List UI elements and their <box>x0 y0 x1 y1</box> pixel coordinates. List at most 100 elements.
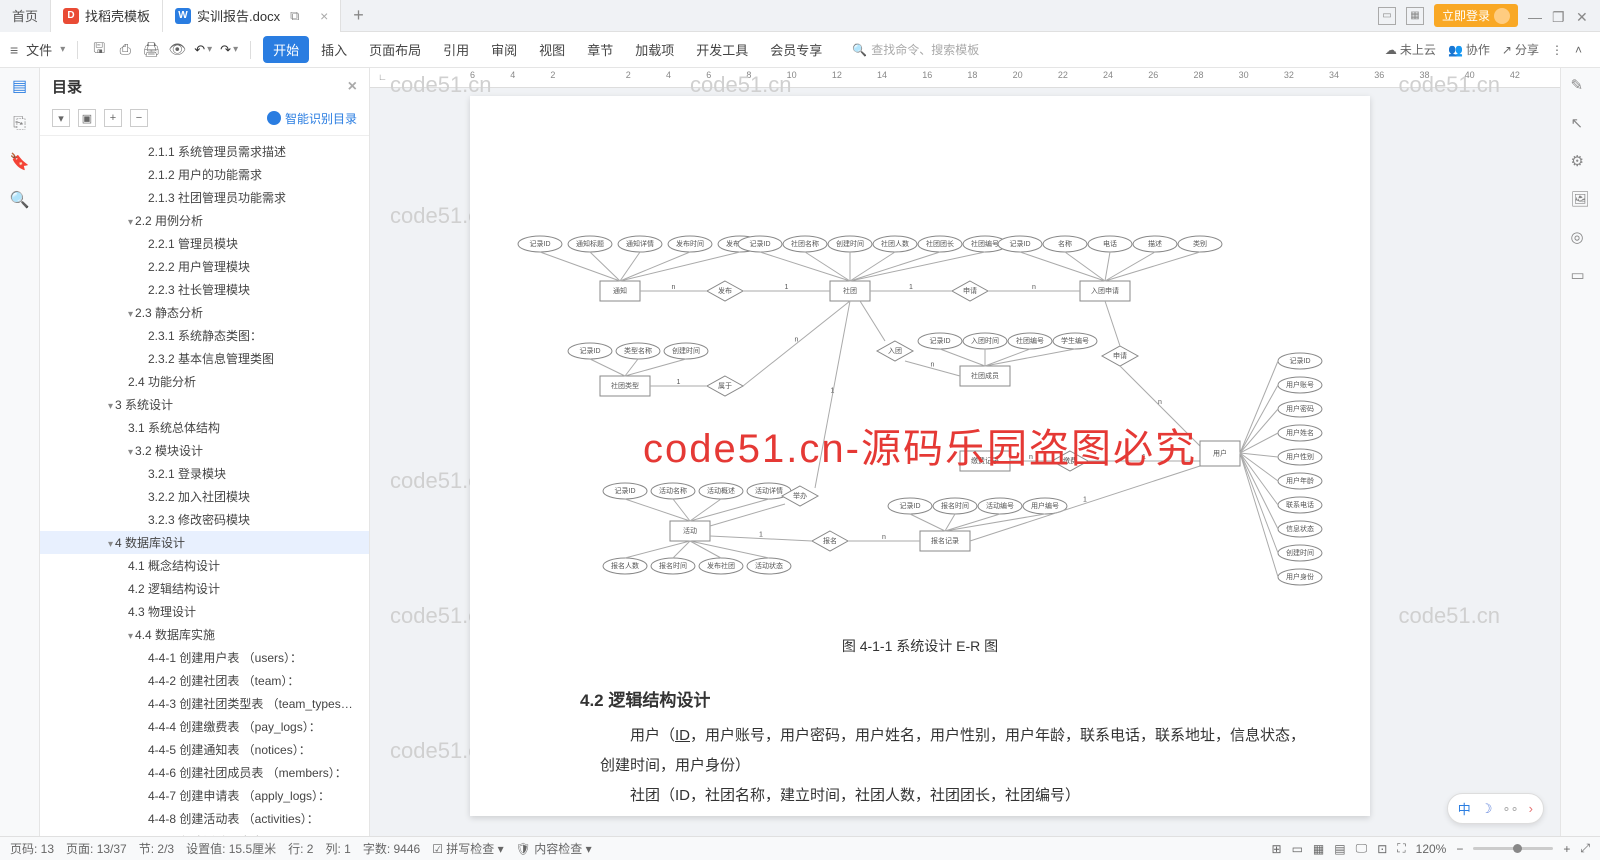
horizontal-ruler[interactable]: ∟ 64224681012141618202224262830323436384… <box>370 68 1560 88</box>
toc-item[interactable]: 2.2.3 社长管理模块 <box>40 278 369 301</box>
print-icon[interactable]: 🖨 <box>142 41 160 59</box>
fit-icon[interactable]: ⛶ <box>1397 841 1405 856</box>
toc-item[interactable]: 4-4-4 创建缴费表 （pay_logs）： <box>40 715 369 738</box>
tab-close-icon[interactable]: × <box>320 8 328 24</box>
layout-icon[interactable]: ▭ <box>1378 7 1396 25</box>
status-words[interactable]: 字数: 9446 <box>363 840 420 857</box>
toc-item[interactable]: ▾2.2 用例分析 <box>40 209 369 232</box>
toc-item[interactable]: 4-4-5 创建通知表 （notices）： <box>40 738 369 761</box>
fullscreen-icon[interactable]: ⤢ <box>1580 841 1590 856</box>
chevron-right-icon[interactable]: › <box>1529 801 1533 816</box>
hamburger-icon[interactable]: ≡ <box>10 42 18 58</box>
view-read-icon[interactable]: ▤ <box>1334 842 1345 856</box>
file-dropdown-icon[interactable]: ▾ <box>60 44 65 55</box>
shrink-button[interactable]: − <box>130 109 148 127</box>
minimize-button[interactable]: — <box>1528 9 1542 23</box>
maximize-button[interactable]: ❐ <box>1552 9 1566 23</box>
ribbon-tab[interactable]: 章节 <box>577 36 623 63</box>
status-section[interactable]: 节: 2/3 <box>139 840 174 857</box>
toc-item[interactable]: 4.2 逻辑结构设计 <box>40 577 369 600</box>
toc-item[interactable]: 4-4-3 创建社团类型表 （team_types）： <box>40 692 369 715</box>
toc-item[interactable]: 2.1.1 系统管理员需求描述 <box>40 140 369 163</box>
undo-button[interactable]: ↶▾ <box>194 42 212 58</box>
toc-item[interactable]: 2.3.2 基本信息管理类图 <box>40 347 369 370</box>
zoom-out-button[interactable]: − <box>1456 842 1463 856</box>
tab-document[interactable]: W实训报告.docx⧉× <box>163 0 341 32</box>
night-icon[interactable]: 🖵 <box>1356 841 1368 856</box>
save-icon[interactable]: 🖫 <box>90 41 108 59</box>
content-check[interactable]: 🛡 内容检查 ▾ <box>516 840 592 857</box>
new-tab-button[interactable]: + <box>341 5 376 26</box>
toc-item[interactable]: 3.1 系统总体结构 <box>40 416 369 439</box>
share-button[interactable]: ↗分享 <box>1502 41 1539 58</box>
toc-item[interactable]: 4-4-7 创建申请表 （apply_logs）： <box>40 784 369 807</box>
outline-close-icon[interactable]: × <box>348 78 357 96</box>
settings-icon[interactable]: ⚙ <box>1571 152 1591 172</box>
collab-button[interactable]: 👥协作 <box>1448 41 1490 58</box>
export-icon[interactable]: ⎙ <box>116 41 134 59</box>
ribbon-tab[interactable]: 引用 <box>433 36 479 63</box>
toc-item[interactable]: 2.4 功能分析 <box>40 370 369 393</box>
toc-item[interactable]: ▾4.4 数据库实施 <box>40 623 369 646</box>
preview-icon[interactable]: 👁 <box>168 41 186 59</box>
status-page[interactable]: 页码: 13 <box>10 840 54 857</box>
toc-item[interactable]: 4.1 概念结构设计 <box>40 554 369 577</box>
view-mode-icon[interactable]: ▭ <box>1292 842 1303 856</box>
ribbon-tab[interactable]: 页面布局 <box>359 36 431 63</box>
ime-pill[interactable]: 中 ☽ ∘∘ › <box>1447 793 1544 824</box>
toc-item[interactable]: ▾3 系统设计 <box>40 393 369 416</box>
toc-item[interactable]: 4-4-9 创建活动日志表 （active_logs）： <box>40 830 369 836</box>
document-page[interactable]: 通知记录ID通知标题通知详情发布时间发布社团社团记录ID社团名称创建时间社团人数… <box>470 96 1370 816</box>
toc-item[interactable]: 2.3.1 系统静态类图： <box>40 324 369 347</box>
toc-item[interactable]: 3.2.3 修改密码模块 <box>40 508 369 531</box>
bookmark-icon[interactable]: 🔖 <box>10 152 30 172</box>
ruler-icon[interactable]: ⊡ <box>1377 842 1387 856</box>
ribbon-tab[interactable]: 视图 <box>529 36 575 63</box>
zoom-in-button[interactable]: + <box>1563 842 1570 856</box>
tab-template[interactable]: D找稻壳模板 <box>51 0 163 32</box>
level-button[interactable]: ▣ <box>78 109 96 127</box>
toc-item[interactable]: 4-4-8 创建活动表 （activities）： <box>40 807 369 830</box>
cloud-status[interactable]: ☁未上云 <box>1385 41 1436 58</box>
collapse-all-button[interactable]: ▾ <box>52 109 70 127</box>
find-icon[interactable]: 🔍 <box>10 190 30 210</box>
read-icon[interactable]: ▭ <box>1571 266 1591 286</box>
toc-item[interactable]: ▾4 数据库设计 <box>40 531 369 554</box>
zoom-slider[interactable] <box>1473 847 1553 850</box>
close-button[interactable]: ✕ <box>1576 9 1590 23</box>
ribbon-tab[interactable]: 审阅 <box>481 36 527 63</box>
status-pages[interactable]: 页面: 13/37 <box>66 840 127 857</box>
zoom-value[interactable]: 120% <box>1416 842 1447 856</box>
toc-item[interactable]: 3.2.1 登录模块 <box>40 462 369 485</box>
file-menu[interactable]: 文件 <box>26 40 52 59</box>
toc-item[interactable]: 4-4-2 创建社团表 （team）： <box>40 669 369 692</box>
ribbon-tab[interactable]: 加载项 <box>625 36 684 63</box>
smart-toc-button[interactable]: 智能识别目录 <box>267 110 357 127</box>
expand-icon[interactable]: ˄ <box>1575 43 1582 57</box>
ribbon-tab[interactable]: 开始 <box>263 36 309 63</box>
redo-button[interactable]: ↷▾ <box>220 42 238 58</box>
toc-item[interactable]: ▾2.3 静态分析 <box>40 301 369 324</box>
toc-item[interactable]: 2.2.2 用户管理模块 <box>40 255 369 278</box>
ribbon-tab[interactable]: 开发工具 <box>686 36 758 63</box>
image-icon[interactable]: 🖼 <box>1571 190 1591 210</box>
tab-home[interactable]: 首页 <box>0 0 51 32</box>
grid-icon[interactable]: ▦ <box>1406 7 1424 25</box>
more-icon[interactable]: ⋮ <box>1551 43 1563 57</box>
spell-check[interactable]: ☑ 拼写检查 ▾ <box>432 840 503 857</box>
location-icon[interactable]: ◎ <box>1571 228 1591 248</box>
nav-icon[interactable]: ⎘ <box>10 114 30 134</box>
view-web-icon[interactable]: ▦ <box>1313 842 1324 856</box>
ribbon-tab[interactable]: 插入 <box>311 36 357 63</box>
toc-item[interactable]: 2.1.2 用户的功能需求 <box>40 163 369 186</box>
toc-item[interactable]: ▾3.2 模块设计 <box>40 439 369 462</box>
dots-icon[interactable]: ∘∘ <box>1502 801 1518 817</box>
outline-icon[interactable]: ▤ <box>10 76 30 96</box>
expand-button[interactable]: + <box>104 109 122 127</box>
toc-item[interactable]: 2.2.1 管理员模块 <box>40 232 369 255</box>
command-search[interactable]: 🔍查找命令、搜索模板 <box>852 41 979 58</box>
toc-item[interactable]: 4-4-1 创建用户表 （users）： <box>40 646 369 669</box>
ime-lang[interactable]: 中 <box>1458 799 1471 818</box>
cursor-icon[interactable]: ↖ <box>1571 114 1591 134</box>
ribbon-tab[interactable]: 会员专享 <box>760 36 832 63</box>
